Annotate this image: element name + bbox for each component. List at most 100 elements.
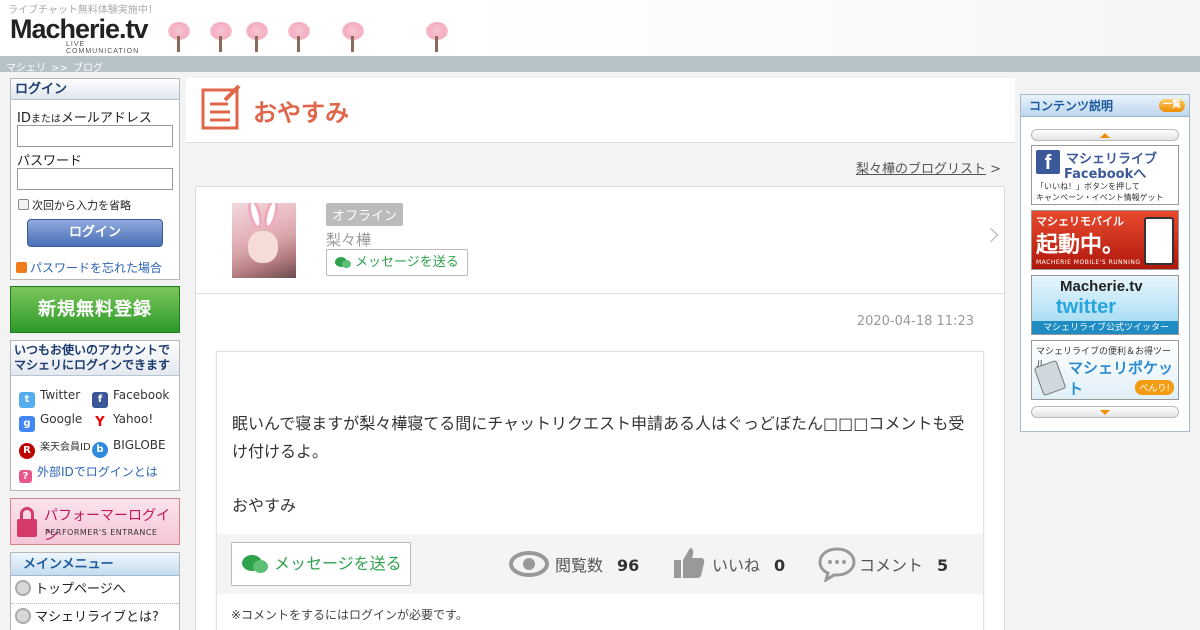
twitter-banner-word: twitter [1056, 296, 1116, 318]
cherry-blossom-decoration [244, 22, 270, 52]
password-field-label: パスワード [17, 154, 83, 169]
menu-item-top[interactable]: トップページへ [11, 576, 179, 604]
mobile-banner-line2: 起動中。 [1036, 233, 1125, 258]
twitter-banner-caption: マシェリライブ公式ツイッター [1032, 321, 1178, 334]
contents-title: コンテンツ説明 一覧 [1021, 95, 1189, 117]
biglobe-login-link[interactable]: b BIGLOBE [92, 438, 166, 458]
login-button[interactable]: ログイン [27, 219, 163, 247]
logo-subtitle: LIVE COMMUNICATION [66, 41, 140, 55]
main-menu-title: メインメニュー [11, 553, 179, 576]
status-badge: オフライン [326, 203, 404, 226]
avatar[interactable] [232, 203, 296, 278]
yahoo-icon: Y [92, 415, 108, 431]
external-login-box: いつもお使いのアカウントで マシェリにログインできます t Twitter f Fa… [10, 340, 180, 491]
post-body: 眠いんで寝ますが梨々樺寝てる間にチャットリクエスト申請ある人はぐっどぼたん□□□… [232, 414, 965, 515]
list-all-button[interactable]: 一覧 [1158, 99, 1185, 112]
performer-login-title: パフォーマーログイン [44, 508, 170, 544]
arrow-up-icon [1100, 133, 1110, 138]
external-id-help-link[interactable]: ? 外部IDでログインとは [19, 463, 158, 483]
scroll-down-button[interactable] [1031, 406, 1179, 418]
eye-icon [509, 551, 549, 577]
main-content: おやすみ 梨々樺のブログリスト > オフライン 梨々樺 メッセージを送る 202… [186, 78, 1015, 630]
login-box-title: ログイン [11, 79, 179, 100]
notepad-pencil-icon [201, 84, 241, 130]
cherry-blossom-decoration [424, 22, 450, 52]
mobile-banner-sub: MACHERIE MOBILE'S RUNNING [1036, 259, 1141, 266]
circle-bullet-icon [15, 580, 31, 596]
register-free-button[interactable]: 新規無料登録 [10, 286, 180, 333]
id-input[interactable] [17, 125, 173, 147]
logo-wordmark: Macherie.tv [10, 14, 149, 44]
menu-item-about[interactable]: マシェリライブとは? [11, 604, 179, 630]
mobile-banner[interactable]: マシェリモバイル 起動中。 MACHERIE MOBILE'S RUNNING [1031, 210, 1179, 270]
login-box: ログイン IDまたはメールアドレス パスワード 次回から入力を省略 ログイン パ… [10, 78, 180, 280]
facebook-login-link[interactable]: f Facebook [92, 388, 169, 408]
site-header: ライブチャット無料体験実施中！ Macherie.tv LIVE COMMUNI… [0, 0, 1200, 56]
breadcrumb-home[interactable]: マシェリ [6, 63, 46, 74]
google-login-link[interactable]: g Google [19, 412, 82, 432]
arrow-down-icon [1100, 410, 1110, 415]
performer-login-banner[interactable]: パフォーマーログイン PERFORMER'S ENTRANCE [10, 498, 180, 545]
post-content: 眠いんで寝ますが梨々樺寝てる間にチャットリクエスト申請ある人はぐっどぼたん□□□… [216, 351, 984, 630]
contents-sidebar: コンテンツ説明 一覧 f マシェリライブ Facebookへ 「いいね！」ボタン… [1020, 94, 1190, 432]
password-input[interactable] [17, 168, 173, 190]
blog-list-link[interactable]: 梨々樺のブログリスト > [856, 158, 1001, 177]
cherry-blossom-decoration [340, 22, 366, 52]
post-actions-bar: メッセージを送る 閲覧数 96 いいね 0 コメント 5 [217, 534, 983, 594]
breadcrumb: マシェリ >> ブログ [6, 56, 103, 77]
key-icon [16, 262, 27, 273]
lock-icon [17, 507, 37, 537]
thumbs-up-icon[interactable] [673, 546, 705, 580]
help-icon: ? [19, 470, 32, 483]
forgot-password-link[interactable]: パスワードを忘れた場合 [16, 259, 162, 276]
breadcrumb-separator: >> [51, 63, 68, 74]
send-message-button[interactable]: メッセージを送る [326, 249, 468, 276]
twitter-banner[interactable]: Macherie.tv twitter マシェリライブ公式ツイッター [1031, 275, 1179, 335]
post-send-message-button[interactable]: メッセージを送る [231, 542, 411, 586]
facebook-banner-line2: Facebookへ [1064, 167, 1147, 182]
circle-bullet-icon [15, 608, 31, 624]
header-background [460, 0, 1200, 56]
view-count: 閲覧数 96 [555, 556, 640, 575]
external-login-title: いつもお使いのアカウントで マシェリにログインできます [11, 341, 179, 376]
author-name: 梨々樺 [326, 231, 372, 249]
post-date: 2020-04-18 11:23 [856, 314, 974, 329]
id-field-label: IDまたはメールアドレス [17, 111, 152, 126]
facebook-icon: f [1036, 150, 1060, 174]
yahoo-login-link[interactable]: Y Yahoo! [92, 412, 153, 431]
page-title: おやすみ [253, 99, 349, 127]
like-count: いいね 0 [712, 556, 786, 575]
page-title-bar: おやすみ [186, 78, 1015, 143]
rakuten-login-link[interactable]: R 楽天会員ID [19, 438, 91, 459]
twitter-icon: t [19, 392, 35, 408]
breadcrumb-current: ブログ [72, 63, 103, 74]
facebook-banner[interactable]: f マシェリライブ Facebookへ 「いいね！」ボタンを押して キャンペーン・… [1031, 145, 1179, 205]
remember-me-label: 次回から入力を省略 [32, 199, 131, 212]
remember-me-checkbox[interactable] [18, 199, 29, 210]
site-logo[interactable]: Macherie.tv LIVE COMMUNICATION [10, 14, 149, 55]
facebook-banner-desc: 「いいね！」ボタンを押して キャンペーン・イベント情報ゲット [1036, 182, 1164, 202]
rakuten-icon: R [19, 443, 35, 459]
phone-icon [1144, 217, 1174, 265]
scroll-up-button[interactable] [1031, 129, 1179, 141]
comment-icon[interactable] [818, 546, 856, 582]
cherry-blossom-decoration [286, 22, 312, 52]
chevron-right-icon[interactable] [983, 227, 999, 243]
twitter-banner-logo: Macherie.tv [1060, 278, 1143, 295]
facebook-icon: f [92, 392, 108, 408]
author-profile[interactable]: オフライン 梨々樺 メッセージを送る [196, 187, 1004, 294]
breadcrumb-bar: マシェリ >> ブログ [0, 56, 1200, 74]
google-icon: g [19, 416, 35, 432]
cherry-blossom-decoration [166, 22, 192, 52]
cherry-blossom-decoration [208, 22, 234, 52]
biglobe-icon: b [92, 442, 108, 458]
comment-count: コメント 5 [859, 556, 949, 575]
pocket-banner[interactable]: マシェリライブの便利＆お得ツール マシェリポケット べんり! [1031, 340, 1179, 400]
pocket-banner-badge: べんり! [1135, 380, 1174, 395]
remember-me-option[interactable]: 次回から入力を省略 [18, 197, 131, 213]
left-sidebar: ログイン IDまたはメールアドレス パスワード 次回から入力を省略 ログイン パ… [10, 78, 180, 630]
performer-login-subtitle: PERFORMER'S ENTRANCE [45, 528, 158, 537]
twitter-login-link[interactable]: t Twitter [19, 388, 80, 408]
login-required-note: ※コメントをするにはログインが必要です。 [231, 608, 468, 622]
main-menu: メインメニュー トップページへ マシェリライブとは? [10, 552, 180, 630]
